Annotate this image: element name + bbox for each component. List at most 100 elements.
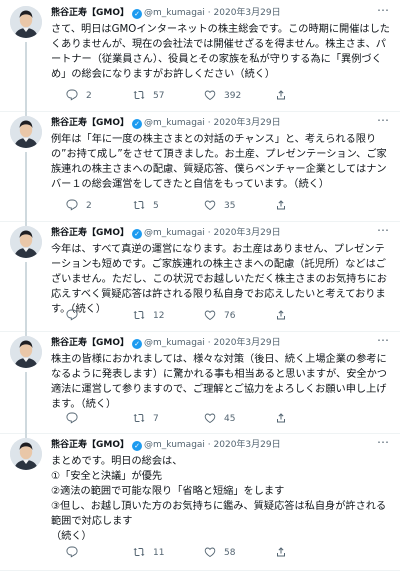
avatar[interactable]	[10, 336, 42, 368]
like-icon	[204, 412, 224, 427]
author-handle[interactable]: @m_kumagai	[144, 8, 205, 18]
like-icon	[204, 199, 224, 214]
author-handle[interactable]: @m_kumagai	[144, 440, 205, 450]
tweet-header: 熊谷正寿【GMO】 ✓ @m_kumagai · 2020年3月29日	[51, 117, 392, 129]
tweet-text: 株主の皆様におかれましては、様々な対策（後日、続く上場企業の参考になるように発表…	[51, 354, 387, 410]
avatar[interactable]	[10, 116, 42, 148]
like-icon	[204, 309, 224, 324]
tweet[interactable]: 熊谷正寿【GMO】 ✓ @m_kumagai · 2020年3月29日 ⋯ 今年は、すべ…	[0, 222, 400, 336]
thread-connector	[25, 372, 27, 438]
tweet-date[interactable]: 2020年3月29日	[214, 118, 281, 128]
more-icon[interactable]: ⋯	[377, 114, 390, 126]
tweet-actions: 7 45	[51, 412, 351, 426]
like-count: 392	[224, 91, 242, 101]
more-icon[interactable]: ⋯	[377, 224, 390, 236]
author-name[interactable]: 熊谷正寿【GMO】	[51, 8, 129, 18]
share-button[interactable]	[275, 89, 295, 103]
tweet-header: 熊谷正寿【GMO】 ✓ @m_kumagai · 2020年3月29日	[51, 439, 392, 451]
reply-button[interactable]: 2	[66, 199, 96, 213]
avatar[interactable]	[10, 438, 42, 470]
tweet-actions: 12 76	[51, 309, 351, 323]
like-count: 76	[224, 311, 236, 321]
author-handle[interactable]: @m_kumagai	[144, 118, 205, 128]
reply-button[interactable]	[66, 309, 96, 323]
more-icon[interactable]: ⋯	[377, 436, 390, 448]
tweet-actions: 2 5 35	[51, 199, 351, 213]
share-icon	[275, 546, 295, 561]
tweet-date[interactable]: 2020年3月29日	[214, 440, 281, 450]
author-handle[interactable]: @m_kumagai	[144, 228, 205, 238]
share-icon	[275, 309, 295, 324]
retweet-count: 57	[153, 91, 165, 101]
header-separator: ·	[204, 228, 214, 238]
retweet-button[interactable]: 7	[133, 412, 163, 426]
tweet[interactable]: 熊谷正寿【GMO】 ✓ @m_kumagai · 2020年3月29日 ⋯ さて、明日は…	[0, 2, 400, 116]
tweet-text: 例年は「年に一度の株主さまとの対話のチャンス」と、考えられる限りの”お持て成し”…	[51, 134, 387, 190]
tweet[interactable]: 熊谷正寿【GMO】 ✓ @m_kumagai · 2020年3月29日 ⋯ まとめです。…	[0, 434, 400, 571]
reply-count: 2	[86, 201, 92, 211]
author-name[interactable]: 熊谷正寿【GMO】	[51, 118, 129, 128]
like-button[interactable]: 392	[204, 89, 241, 103]
thread-connector	[25, 42, 27, 116]
tweet-date[interactable]: 2020年3月29日	[214, 228, 281, 238]
tweet-date[interactable]: 2020年3月29日	[214, 338, 281, 348]
tweet-text: さて、明日はGMOインターネットの株主総会です。この時期に開催はしたくありません…	[51, 24, 390, 80]
tweet-text: 今年は、すべて真逆の運営になります。お土産はありません、プレゼンテーションも短め…	[51, 244, 387, 315]
like-count: 58	[224, 548, 236, 558]
like-count: 45	[224, 414, 236, 424]
retweet-button[interactable]: 11	[133, 546, 164, 560]
verified-badge-icon: ✓	[132, 229, 142, 239]
share-icon	[275, 89, 295, 104]
share-icon	[275, 199, 295, 214]
reply-button[interactable]	[66, 412, 96, 426]
retweet-icon	[133, 199, 153, 214]
reply-icon	[66, 199, 86, 214]
reply-icon	[66, 412, 86, 427]
avatar[interactable]	[10, 226, 42, 258]
like-count: 35	[224, 201, 236, 211]
retweet-icon	[133, 546, 153, 561]
tweet[interactable]: 熊谷正寿【GMO】 ✓ @m_kumagai · 2020年3月29日 ⋯ 例年は「年に…	[0, 112, 400, 226]
header-separator: ·	[204, 8, 214, 18]
reply-button[interactable]	[66, 546, 96, 560]
avatar[interactable]	[10, 6, 42, 38]
tweet-actions: 11 58	[51, 546, 351, 560]
tweet-header: 熊谷正寿【GMO】 ✓ @m_kumagai · 2020年3月29日	[51, 337, 392, 349]
share-button[interactable]	[275, 309, 295, 323]
tweet-thread: 熊谷正寿【GMO】 ✓ @m_kumagai · 2020年3月29日 ⋯ さて、明日は…	[0, 0, 400, 571]
retweet-button[interactable]: 12	[133, 309, 164, 323]
more-icon[interactable]: ⋯	[377, 334, 390, 346]
verified-badge-icon: ✓	[132, 119, 142, 129]
verified-badge-icon: ✓	[132, 9, 142, 19]
share-button[interactable]	[275, 199, 295, 213]
share-button[interactable]	[275, 546, 295, 560]
author-handle[interactable]: @m_kumagai	[144, 338, 205, 348]
tweet-text: まとめです。明日の総会は、 ①「安全と決議」が優先 ②適法の範囲で可能な限り「省…	[51, 456, 387, 542]
reply-icon	[66, 546, 86, 561]
retweet-button[interactable]: 5	[133, 199, 163, 213]
retweet-count: 7	[153, 414, 159, 424]
like-button[interactable]: 58	[204, 546, 235, 560]
reply-icon	[66, 309, 86, 324]
retweet-icon	[133, 309, 153, 324]
retweet-button[interactable]: 57	[133, 89, 164, 103]
retweet-icon	[133, 89, 153, 104]
retweet-count: 11	[153, 548, 165, 558]
share-button[interactable]	[275, 412, 295, 426]
retweet-icon	[133, 412, 153, 427]
thread-connector	[25, 152, 27, 226]
like-icon	[204, 89, 224, 104]
author-name[interactable]: 熊谷正寿【GMO】	[51, 440, 129, 450]
verified-badge-icon: ✓	[132, 339, 142, 349]
like-button[interactable]: 45	[204, 412, 235, 426]
tweet-header: 熊谷正寿【GMO】 ✓ @m_kumagai · 2020年3月29日	[51, 7, 392, 19]
verified-badge-icon: ✓	[132, 441, 142, 451]
like-button[interactable]: 35	[204, 199, 235, 213]
author-name[interactable]: 熊谷正寿【GMO】	[51, 338, 129, 348]
tweet[interactable]: 熊谷正寿【GMO】 ✓ @m_kumagai · 2020年3月29日 ⋯ 株主の皆様に…	[0, 332, 400, 438]
reply-button[interactable]: 2	[66, 89, 96, 103]
tweet-date[interactable]: 2020年3月29日	[214, 8, 281, 18]
author-name[interactable]: 熊谷正寿【GMO】	[51, 228, 129, 238]
like-button[interactable]: 76	[204, 309, 235, 323]
more-icon[interactable]: ⋯	[377, 4, 390, 16]
